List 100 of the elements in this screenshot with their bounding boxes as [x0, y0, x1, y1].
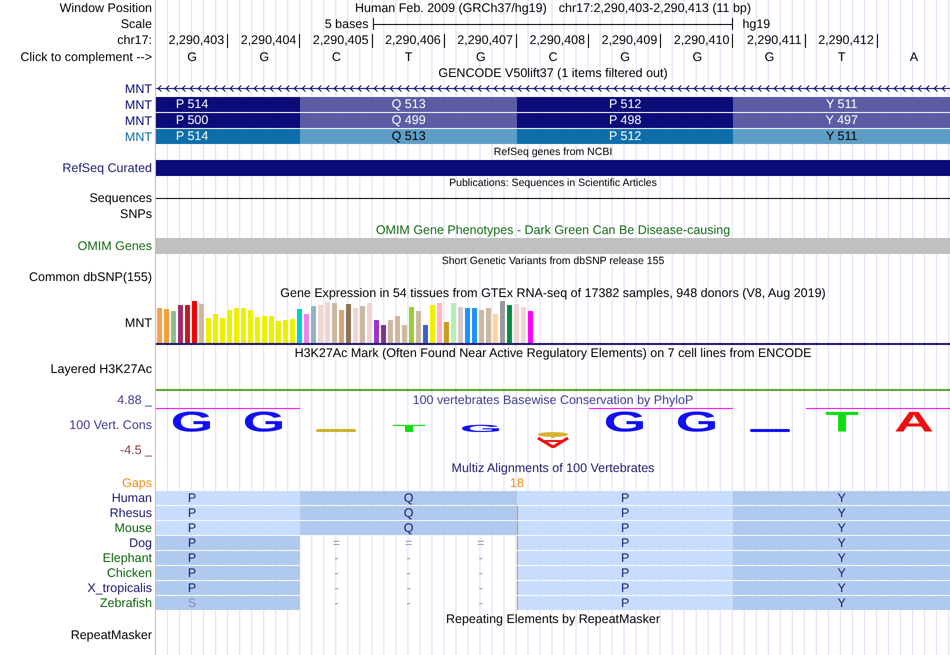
track-label: Gaps [122, 477, 152, 490]
expression-bar [374, 320, 379, 343]
aligned-codon: P [156, 491, 300, 505]
expression-bar [493, 314, 498, 343]
gap-mark: - [406, 582, 411, 594]
expression-bar [402, 325, 407, 343]
exon-codon: P 500 [156, 113, 300, 128]
expression-bar [304, 314, 309, 343]
track-label: 100 Vert. Cons [69, 419, 152, 432]
track-title: OMIM Gene Phenotypes - Dark Green Can Be Disease-causing [376, 224, 730, 236]
track-label: RefSeq Curated [62, 162, 152, 174]
expression-bar [437, 303, 442, 343]
expression-bar [262, 316, 267, 343]
expression-bar [234, 308, 239, 343]
track-label: MNT [124, 114, 152, 128]
base-letter[interactable]: C [548, 50, 558, 64]
expression-bar [430, 305, 435, 343]
expression-bar [465, 308, 470, 343]
aligned-codon: P [516, 536, 734, 550]
coordinate-label: 2,290,405 [312, 34, 373, 48]
species-label: X_tropicalis [87, 582, 152, 595]
coordinate-label: 2,290,404 [240, 34, 300, 48]
expression-bar [276, 321, 281, 343]
expression-bar [444, 322, 449, 343]
track-label: MNT [124, 130, 152, 144]
gap-mark: = [477, 536, 484, 550]
aligned-codon: Q [300, 491, 517, 505]
exon-codon: Q 513 [300, 129, 517, 144]
aligned-codon: Q [300, 521, 517, 535]
coordinate-label: 2,290,409 [602, 34, 662, 48]
expression-bar [157, 308, 162, 343]
expression-bar [297, 309, 302, 343]
axis-min-label: -4.5 _ [120, 444, 152, 456]
base-letter[interactable]: G [620, 50, 630, 64]
coordinate-label: 2,290,411 [746, 34, 806, 48]
aligned-codon: P [156, 581, 300, 595]
coordinate-label: 2,290,408 [529, 34, 590, 48]
expression-bar [486, 308, 491, 343]
base-letter[interactable]: G [764, 50, 774, 64]
coordinate-label: 2,290,403 [168, 34, 228, 48]
base-letter[interactable]: A [910, 50, 918, 64]
expression-bar [220, 318, 225, 343]
expression-bar [423, 325, 428, 343]
gap-mark: - [334, 566, 339, 580]
logo-letter: A [892, 410, 936, 432]
expression-bar [360, 306, 365, 343]
species-label: Mouse [114, 522, 152, 535]
logo-letter: T [820, 410, 864, 432]
species-label: Rhesus [110, 507, 152, 520]
track-label: Click to complement --> [20, 50, 152, 64]
expression-bar [521, 307, 526, 343]
position-text: chr17:2,290,403-2,290,413 (11 bp) [558, 2, 752, 14]
expression-bar [311, 306, 316, 343]
expression-bar [325, 302, 330, 343]
coordinate-label: 2,290,410 [674, 34, 734, 48]
expression-bar [339, 310, 344, 343]
expression-bar [346, 304, 351, 343]
expression-bar [388, 320, 393, 343]
species-label: Human [112, 492, 152, 505]
exon-codon: Y 511 [733, 129, 950, 144]
track-label: Layered H3K27Ac [50, 363, 152, 376]
base-letter[interactable]: G [259, 50, 270, 64]
track-title: H3K27Ac Mark (Often Found Near Active Regulatory Elements) on 7 cell lines from ENCODE [294, 346, 812, 360]
aligned-codon: P [156, 551, 300, 565]
expression-bar [248, 310, 253, 343]
logo-letter: G [170, 410, 214, 432]
expression-bar [458, 307, 463, 343]
base-letter[interactable]: G [187, 50, 197, 64]
species-label: Elephant [102, 552, 152, 565]
gap-mark: - [334, 596, 339, 610]
aligned-codon: P [516, 506, 734, 520]
aligned-codon: P [156, 566, 300, 580]
base-letter[interactable]: G [692, 50, 702, 64]
base-letter[interactable]: G [476, 50, 486, 64]
exon-codon: P 514 [156, 97, 300, 112]
aligned-codon: S [156, 596, 300, 610]
track-title: GENCODE V50lift37 (1 items filtered out) [438, 66, 668, 80]
logo-letter: G [458, 424, 503, 432]
logo-letter: G [603, 410, 648, 432]
expression-bar [479, 310, 484, 343]
species-label: Chicken [106, 567, 152, 580]
logo-letter: G [242, 410, 286, 432]
aligned-codon: Y [733, 491, 950, 505]
track-label: MNT [124, 316, 152, 330]
track-label: SNPs [120, 208, 152, 220]
base-letter[interactable]: T [404, 50, 412, 64]
coordinate-label: 2,290,412 [818, 34, 878, 48]
gap-mark: = [404, 536, 412, 550]
species-label: Dog [129, 537, 152, 550]
exon-codon: Y 511 [733, 97, 950, 112]
track-title: RefSeq genes from NCBI [494, 147, 612, 158]
track-title: Publications: Sequences in Scientific Articles [449, 178, 657, 189]
aligned-codon: Q [300, 506, 517, 520]
aligned-codon: Y [733, 521, 950, 535]
logo-letter: G [675, 410, 720, 432]
expression-bar [472, 308, 477, 343]
base-letter[interactable]: C [332, 50, 341, 64]
base-letter[interactable]: T [838, 50, 846, 64]
track-label: Sequences [89, 192, 152, 205]
aligned-codon: P [516, 491, 734, 505]
